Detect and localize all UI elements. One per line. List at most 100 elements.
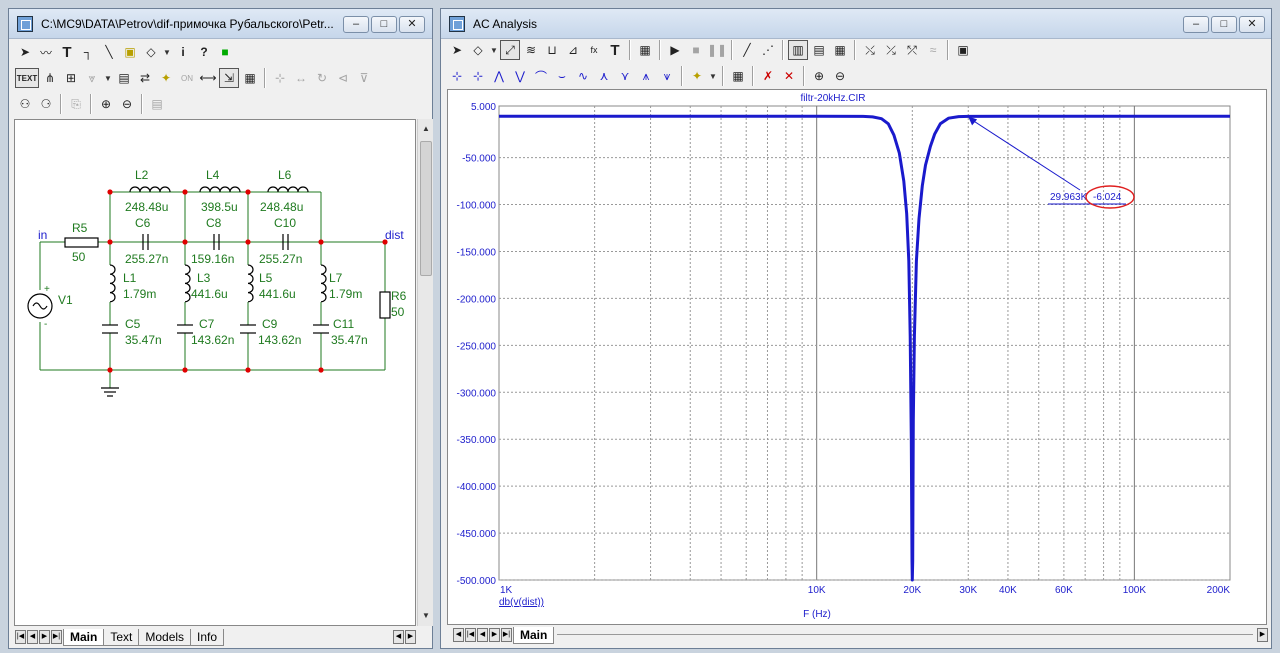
color-icon[interactable]: ■: [215, 42, 235, 62]
info-icon[interactable]: i: [173, 42, 193, 62]
formula-icon[interactable]: fx: [584, 40, 604, 60]
data-icon[interactable]: ≈: [923, 40, 943, 60]
first-page-icon[interactable]: |◀: [465, 628, 476, 642]
hscroll-right-icon[interactable]: ▶: [405, 630, 416, 644]
ortho-wire-icon[interactable]: ┐: [78, 42, 98, 62]
properties-icon[interactable]: ▦: [240, 68, 260, 88]
first-page-icon[interactable]: |◀: [15, 630, 26, 644]
page-icon[interactable]: ⎘: [66, 94, 86, 114]
peak-icon[interactable]: ⋀: [489, 66, 509, 86]
component-icon[interactable]: ▣: [120, 42, 140, 62]
scroll-thumb[interactable]: [420, 141, 432, 276]
last-page-icon[interactable]: ▶|: [501, 628, 512, 642]
global-high-icon[interactable]: ⋏: [594, 66, 614, 86]
schematic-vscrollbar[interactable]: ▲ ▼: [417, 119, 433, 626]
palette-icon[interactable]: ✦: [687, 66, 707, 86]
tab-models[interactable]: Models: [138, 628, 192, 646]
on-off-icon[interactable]: ON: [177, 68, 197, 88]
tab-main[interactable]: Main: [513, 626, 555, 644]
node-numbers-icon[interactable]: ⋔: [40, 68, 60, 88]
text-tool-icon[interactable]: T: [605, 40, 625, 60]
mirror-v-icon[interactable]: ⊽: [354, 68, 374, 88]
last-page-icon[interactable]: ▶|: [51, 630, 62, 644]
cursor-icon[interactable]: ⤰: [881, 40, 901, 60]
top-icon[interactable]: ⩚: [636, 66, 656, 86]
close-button[interactable]: ✕: [1239, 16, 1265, 33]
stop-icon[interactable]: ■: [686, 40, 706, 60]
align-icon[interactable]: ⊹: [270, 68, 290, 88]
text-mode-button[interactable]: TEXT: [15, 68, 39, 88]
close-button[interactable]: ✕: [399, 16, 425, 33]
wave-icon[interactable]: ≋: [521, 40, 541, 60]
high-icon[interactable]: ⌒: [531, 66, 551, 86]
peak-right-icon[interactable]: ⊹: [468, 66, 488, 86]
cursor-x-icon[interactable]: ✗: [758, 66, 778, 86]
hscroll-left-icon[interactable]: ◀: [393, 630, 404, 644]
prev-page-icon[interactable]: ◀: [477, 628, 488, 642]
monitor-icon[interactable]: ▣: [953, 40, 973, 60]
schematic-titlebar[interactable]: C:\MC9\DATA\Petrov\dif-примочка Рубальск…: [9, 9, 432, 39]
table-view-icon[interactable]: ▦: [728, 66, 748, 86]
plot-area[interactable]: 5.000 -50.000 -100.000 -150.000 -200.000 -250…: [447, 89, 1267, 625]
chevron-down-icon[interactable]: ▼: [708, 72, 718, 81]
properties-icon[interactable]: ▦: [635, 40, 655, 60]
cursor-y-icon[interactable]: ✕: [779, 66, 799, 86]
select-arrow-icon[interactable]: ➤: [15, 42, 35, 62]
tab-text[interactable]: Text: [103, 628, 140, 646]
prev-page-icon[interactable]: ◀: [27, 630, 38, 644]
cursor-step-icon[interactable]: ⤯: [860, 40, 880, 60]
peak-left-icon[interactable]: ⊹: [447, 66, 467, 86]
point-plot-icon[interactable]: ⋰: [758, 40, 778, 60]
pin-connect-icon[interactable]: ⟷: [198, 68, 218, 88]
grid-text-icon[interactable]: ▤: [114, 68, 134, 88]
zoom-out-icon[interactable]: ⊖: [830, 66, 850, 86]
tag-cursor-icon[interactable]: ⤱: [902, 40, 922, 60]
rotate-icon[interactable]: ↻: [312, 68, 332, 88]
schematic-canvas[interactable]: L2 248.48u L4 398.5u L6 248.48u C6 255.2…: [14, 119, 416, 626]
print-icon[interactable]: ▤: [147, 94, 167, 114]
wire-icon[interactable]: 〰: [36, 42, 56, 62]
chevron-down-icon[interactable]: ▼: [103, 74, 113, 83]
minor-grid-icon[interactable]: ▤: [809, 40, 829, 60]
help-icon[interactable]: ?: [194, 42, 214, 62]
chevron-down-icon[interactable]: ▼: [489, 46, 499, 55]
valley-icon[interactable]: ⋁: [510, 66, 530, 86]
low-icon[interactable]: ⌣: [552, 66, 572, 86]
maximize-button[interactable]: □: [1211, 16, 1237, 33]
bottom-icon[interactable]: ⩛: [657, 66, 677, 86]
pause-icon[interactable]: ❚❚: [707, 40, 727, 60]
grid-icon[interactable]: ▥: [788, 40, 808, 60]
run-icon[interactable]: ▶: [665, 40, 685, 60]
attribute-icon[interactable]: ✦: [156, 68, 176, 88]
find-icon[interactable]: ⚇: [15, 94, 35, 114]
select-arrow-icon[interactable]: ➤: [447, 40, 467, 60]
zoom-out-icon[interactable]: ⊖: [117, 94, 137, 114]
global-low-icon[interactable]: ⋎: [615, 66, 635, 86]
mirror-icon[interactable]: ⊲: [333, 68, 353, 88]
inflection-icon[interactable]: ∿: [573, 66, 593, 86]
swap-icon[interactable]: ⇄: [135, 68, 155, 88]
zoom-in-icon[interactable]: ⊕: [809, 66, 829, 86]
shapes-icon[interactable]: ◇: [141, 42, 161, 62]
zoom-in-icon[interactable]: ⊕: [96, 94, 116, 114]
minimize-button[interactable]: –: [1183, 16, 1209, 33]
binoculars-icon[interactable]: ⚆: [36, 94, 56, 114]
probe-icon[interactable]: ⊞: [61, 68, 81, 88]
table-icon[interactable]: ▦: [830, 40, 850, 60]
maximize-button[interactable]: □: [371, 16, 397, 33]
line-plot-icon[interactable]: ╱: [737, 40, 757, 60]
scroll-up-icon[interactable]: ▲: [419, 121, 433, 137]
tab-main[interactable]: Main: [63, 628, 105, 646]
hscroll-left-icon[interactable]: ◀: [453, 628, 464, 642]
tab-info[interactable]: Info: [190, 628, 225, 646]
hscroll-right-icon[interactable]: ▶: [1257, 628, 1268, 642]
text-tool-icon[interactable]: T: [57, 42, 77, 62]
chevron-down-icon[interactable]: ▼: [162, 48, 172, 57]
next-page-icon[interactable]: ▶: [489, 628, 500, 642]
analysis-titlebar[interactable]: AC Analysis – □ ✕: [441, 9, 1271, 39]
cursor-mode-icon[interactable]: ⇲: [219, 68, 239, 88]
scroll-down-icon[interactable]: ▼: [419, 608, 433, 624]
scale-icon[interactable]: ⤢: [500, 40, 520, 60]
tag-icon[interactable]: ⊿: [563, 40, 583, 60]
shapes-icon[interactable]: ◇: [468, 40, 488, 60]
